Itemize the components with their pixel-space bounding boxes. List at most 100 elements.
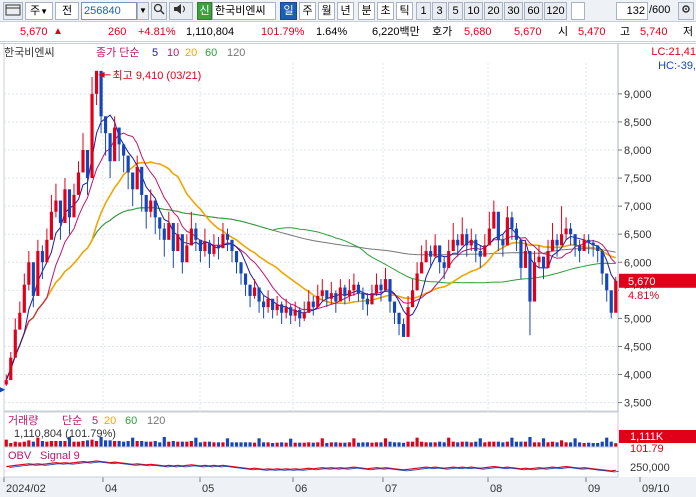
- volume-bar: [239, 442, 243, 447]
- interval-tab-7[interactable]: 120: [544, 2, 567, 20]
- period-tab-6[interactable]: 틱: [396, 2, 413, 20]
- volume-bar: [31, 441, 35, 447]
- candle-body: [438, 245, 442, 263]
- candle-body: [451, 239, 455, 252]
- volume-bar: [49, 441, 53, 447]
- period-type-label: 주: [29, 5, 41, 17]
- candle-body: [433, 245, 437, 257]
- volume-ratio: 101.79%: [261, 26, 305, 38]
- interval-tab-2[interactable]: 5: [448, 2, 463, 20]
- period-tab-0[interactable]: 일: [280, 2, 297, 20]
- candle-body: [523, 251, 528, 268]
- volume-bar: [424, 442, 428, 447]
- search-button[interactable]: [151, 2, 167, 20]
- volume-bar: [519, 441, 523, 447]
- code-dropdown-button[interactable]: ▼: [137, 2, 149, 20]
- volume-bar: [140, 441, 144, 447]
- y-tick-label: 8,000: [624, 145, 652, 157]
- chart-type-icon[interactable]: [3, 2, 23, 20]
- candle-body: [514, 228, 518, 240]
- volume-bar: [505, 441, 509, 447]
- volume-bar: [257, 438, 261, 447]
- volume-bar: [262, 442, 266, 447]
- sound-button[interactable]: [169, 2, 193, 20]
- volume-bar: [465, 441, 469, 447]
- candle-body: [140, 166, 144, 195]
- volume-ma-20: 20: [104, 415, 116, 427]
- candle-body: [307, 301, 311, 313]
- candle-body: [302, 312, 306, 319]
- candle-body: [374, 284, 379, 294]
- chart-settings-button[interactable]: [678, 2, 694, 20]
- period-tab-2[interactable]: 월: [318, 2, 335, 20]
- volume-bar: [99, 437, 103, 447]
- volume-bar: [438, 441, 442, 447]
- volume-bar: [266, 442, 270, 447]
- period-tab-3[interactable]: 년: [337, 2, 354, 20]
- gear-icon: [682, 5, 690, 13]
- volume-bar: [76, 441, 81, 447]
- interval-tab-1[interactable]: 3: [432, 2, 447, 20]
- volume-bar: [338, 442, 342, 447]
- volume-bar: [388, 441, 392, 447]
- price-chart[interactable]: 최고 9,410 (03/21)최저 4,670 (07/01) 9,0008,…: [0, 43, 696, 497]
- candle-body: [207, 242, 211, 254]
- volume-bar: [131, 437, 135, 447]
- volume-bar: [167, 441, 171, 447]
- interval-checkbox[interactable]: [571, 2, 585, 20]
- interval-tab-5[interactable]: 30: [504, 2, 523, 20]
- candle-body: [415, 273, 419, 291]
- candle-body: [225, 234, 230, 240]
- volume-bar: [248, 442, 252, 447]
- candle-body: [76, 172, 81, 195]
- candle-body: [67, 189, 72, 218]
- candle-body: [401, 324, 406, 337]
- volume-bar: [289, 438, 293, 447]
- candle-body: [216, 245, 221, 249]
- volume-bar: [501, 442, 505, 447]
- chart-legend: 한국비엔씨 종가 단순 5 10 20 60 120: [0, 43, 696, 63]
- period-tab-4[interactable]: 분: [358, 2, 375, 20]
- x-tick-label: 2024/02: [6, 483, 46, 495]
- candle-body: [176, 234, 180, 252]
- data-count-input[interactable]: [616, 2, 648, 20]
- interval-tab-6[interactable]: 60: [524, 2, 543, 20]
- stock-code-input[interactable]: [81, 2, 137, 20]
- turnover-rate: 1.64%: [316, 26, 348, 38]
- candle-body: [45, 239, 49, 263]
- volume-bar: [18, 442, 22, 447]
- candle-body: [406, 307, 410, 337]
- candle-body: [591, 242, 595, 246]
- candle-body: [194, 228, 198, 240]
- prev-button[interactable]: 전: [55, 2, 79, 20]
- interval-tab-0[interactable]: 1: [416, 2, 431, 20]
- volume-bar: [45, 441, 49, 447]
- period-tab-5[interactable]: 초: [377, 2, 394, 20]
- period-tab-1[interactable]: 주: [299, 2, 316, 20]
- candle-body: [325, 290, 329, 299]
- volume-bar: [429, 442, 433, 447]
- candle-body: [243, 273, 248, 285]
- period-type-select[interactable]: 주▼: [25, 2, 53, 20]
- x-tick-label: 08: [490, 483, 502, 495]
- interval-tab-4[interactable]: 20: [484, 2, 503, 20]
- volume-bar: [58, 441, 63, 447]
- current-price: 5,670: [20, 26, 48, 38]
- candle-body: [528, 251, 532, 302]
- volume-ma-5: 5: [92, 415, 98, 427]
- high-annotation: 최고 9,410 (03/21): [113, 69, 202, 82]
- candle-body: [546, 251, 550, 268]
- chevron-down-icon: ▼: [40, 7, 49, 16]
- candle-body: [541, 256, 546, 268]
- candle-body: [13, 329, 17, 358]
- volume-bar: [104, 440, 108, 447]
- volume-bar: [320, 438, 324, 447]
- volume-label: 거래량: [8, 414, 38, 427]
- candle-body: [4, 380, 8, 385]
- candle-body: [113, 127, 117, 162]
- candle-body: [605, 273, 609, 291]
- interval-tab-3[interactable]: 10: [464, 2, 483, 20]
- volume-bar: [374, 442, 379, 447]
- volume-bar: [144, 441, 148, 447]
- volume-bar: [492, 441, 496, 447]
